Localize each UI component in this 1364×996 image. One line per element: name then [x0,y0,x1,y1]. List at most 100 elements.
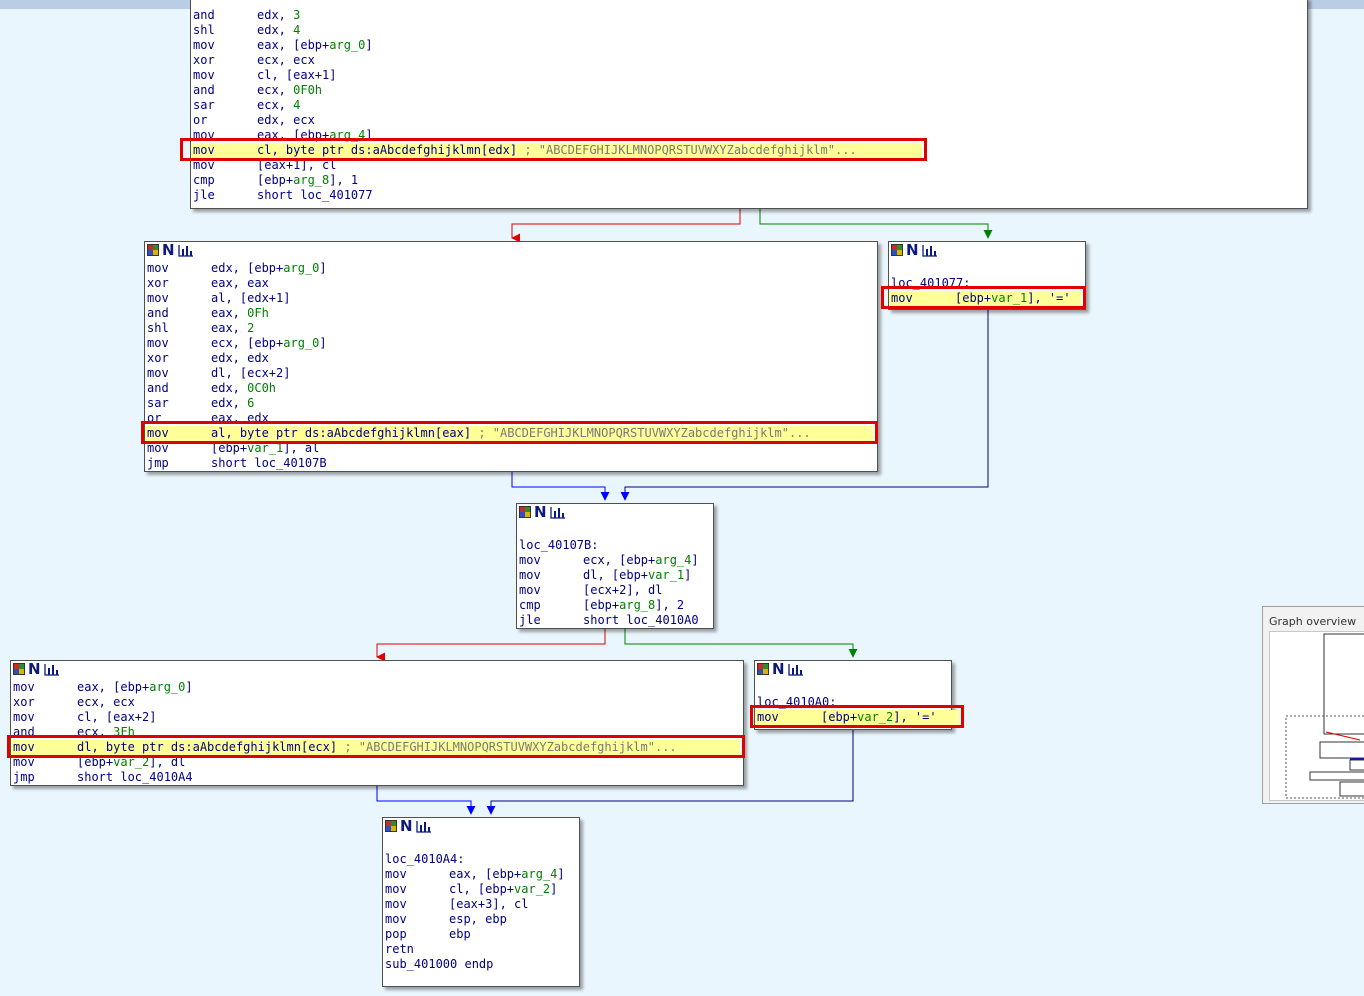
code-line[interactable]: cmp [ebp+arg_8], 1 [191,173,1305,188]
graph-node-chart-icon[interactable] [921,243,938,257]
stack-variable[interactable]: arg_8 [293,173,329,187]
graph-node-color-icon[interactable] [891,244,903,256]
operand-text: ecx, [257,83,294,97]
code-line[interactable]: mov dl, [ecx+2] [145,366,875,381]
code-line[interactable]: loc_40107B: [517,538,711,553]
code-line[interactable]: pop ebp [383,927,577,942]
graph-node-color-icon[interactable] [757,663,769,675]
highlight-box [750,705,964,728]
code-block-loc-40107b[interactable]: Νloc_40107B: mov ecx, [ebp+arg_4] mov dl, [e… [516,503,714,629]
code-line[interactable]: xor eax, eax [145,276,875,291]
code-line[interactable]: shl eax, 2 [145,321,875,336]
code-line[interactable]: and edx, 0C0h [145,381,875,396]
graph-node-n-icon[interactable]: Ν [906,243,919,258]
code-line[interactable]: mov eax, [ebp+arg_0] [191,38,1305,53]
graph-node-chart-icon[interactable] [787,662,804,676]
mnemonic: mov [147,291,169,305]
code-line[interactable]: jmp short loc_40107B [145,456,875,471]
mnemonic: mov [519,553,541,567]
operand-text: eax, [ebp+ [77,680,150,694]
code-line[interactable]: mov cl, [ebp+var_2] [383,882,577,897]
code-line[interactable]: mov al, [edx+1] [145,291,875,306]
stack-variable[interactable]: arg_4 [655,553,691,567]
code-line[interactable]: jmp short loc_4010A4 [11,770,741,785]
code-block-1[interactable]: and edx, 3 shl edx, 4 mov eax, [ebp+arg_0] xor… [190,0,1308,209]
code-line[interactable]: sar ecx, 4 [191,98,1305,113]
stack-variable[interactable]: arg_0 [283,261,319,275]
graph-node-chart-icon[interactable] [549,505,566,519]
code-blank-line[interactable] [383,837,577,852]
mnemonic: mov [385,867,407,881]
graph-overview-title: Graph overview [1269,615,1357,628]
highlight-box [141,421,878,444]
graph-node-color-icon[interactable] [519,506,531,518]
mnemonic: shl [193,23,215,37]
code-line[interactable]: and eax, 0Fh [145,306,875,321]
mnemonic: mov [13,680,35,694]
operand-text: edx, ecx [257,113,315,127]
mnemonic: shl [147,321,169,335]
code-line[interactable]: xor edx, edx [145,351,875,366]
block-header: Ν [517,504,713,520]
code-line[interactable]: mov esp, ebp [383,912,577,927]
edge-b5-jump [376,786,476,815]
code-blank-line[interactable] [755,680,949,695]
operand-text: eax, [ebp+ [257,38,330,52]
operand-text: ] [319,261,327,275]
code-line[interactable]: mov edx, [ebp+arg_0] [145,261,875,276]
graph-node-chart-icon[interactable] [415,819,432,833]
code-line[interactable]: mov eax, [ebp+arg_0] [11,680,741,695]
operand-text: edx, [257,23,294,37]
stack-variable[interactable]: arg_4 [521,867,557,881]
stack-variable[interactable]: var_2 [514,882,550,896]
code-blank-line[interactable] [889,261,1083,276]
code-line[interactable]: mov cl, [eax+2] [11,710,741,725]
code-line[interactable]: jle short loc_401077 [191,188,1305,203]
code-line[interactable]: mov [ecx+2], dl [517,583,711,598]
code-line[interactable]: mov ecx, [ebp+arg_4] [517,553,711,568]
code-line[interactable]: mov cl, [eax+1] [191,68,1305,83]
code-line[interactable]: cmp [ebp+arg_8], 2 [517,598,711,613]
code-line[interactable]: mov dl, [ebp+var_1] [517,568,711,583]
block-header: Ν [755,661,951,677]
graph-node-chart-icon[interactable] [43,662,60,676]
code-line[interactable]: sub_401000 endp [383,957,577,972]
code-line[interactable]: or edx, ecx [191,113,1305,128]
code-line[interactable]: and ecx, 0F0h [191,83,1305,98]
code-line[interactable]: retn [383,942,577,957]
code-line[interactable]: mov [eax+3], cl [383,897,577,912]
graph-node-color-icon[interactable] [13,663,25,675]
graph-overview-panel[interactable]: Graph overview [1262,606,1364,804]
code-line[interactable]: xor ecx, ecx [11,695,741,710]
graph-node-n-icon[interactable]: Ν [400,819,413,834]
graph-node-n-icon[interactable]: Ν [162,243,175,258]
stack-variable[interactable]: var_1 [648,568,684,582]
operand-text: dl, [ecx+2] [211,366,291,380]
code-line[interactable]: shl edx, 4 [191,23,1305,38]
graph-node-color-icon[interactable] [147,244,159,256]
stack-variable[interactable]: arg_0 [149,680,185,694]
code-blank-line[interactable] [517,523,711,538]
graph-node-n-icon[interactable]: Ν [28,662,41,677]
stack-variable[interactable]: arg_8 [619,598,655,612]
code-line[interactable]: mov ecx, [ebp+arg_0] [145,336,875,351]
graph-node-n-icon[interactable]: Ν [772,662,785,677]
graph-node-chart-icon[interactable] [177,243,194,257]
edge-b4-false [376,629,606,662]
highlight-box [7,735,745,758]
mnemonic: and [193,83,215,97]
graph-node-color-icon[interactable] [385,820,397,832]
code-line[interactable]: and edx, 3 [191,8,1305,23]
graph-node-n-icon[interactable]: Ν [534,505,547,520]
stack-variable[interactable]: arg_0 [283,336,319,350]
code-line[interactable]: mov eax, [ebp+arg_4] [383,867,577,882]
code-line[interactable]: sar edx, 6 [145,396,875,411]
code-line[interactable]: jle short loc_4010A0 [517,613,711,628]
code-block-5[interactable]: Νmov eax, [ebp+arg_0] xor ecx, ecx mov cl, [e… [10,660,744,786]
operand-text: ], 2 [655,598,685,612]
code-line[interactable]: loc_4010A4: [383,852,577,867]
graph-overview-canvas[interactable] [1269,631,1364,801]
code-line[interactable]: xor ecx, ecx [191,53,1305,68]
stack-variable[interactable]: arg_0 [329,38,365,52]
code-block-loc-4010a4[interactable]: Νloc_4010A4: mov eax, [ebp+arg_4] mov cl, [e… [382,817,580,987]
